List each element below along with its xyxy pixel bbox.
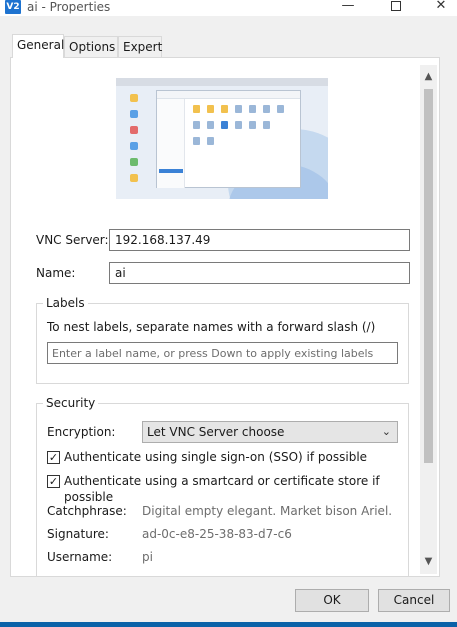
scroll-up-icon[interactable]: ▲ <box>420 68 437 85</box>
preview-folder-icon <box>193 105 200 113</box>
close-button[interactable]: ✕ <box>426 0 456 14</box>
preview-nav-selection <box>159 169 183 173</box>
preview-file-icon <box>263 105 270 113</box>
smartcard-checkbox-label[interactable]: Authenticate using a smartcard or certif… <box>64 473 408 505</box>
name-field[interactable]: ai <box>109 262 410 284</box>
sso-checkbox-label[interactable]: Authenticate using single sign-on (SSO) … <box>64 449 367 465</box>
preview-file-icon <box>235 121 242 129</box>
maximize-button[interactable] <box>381 0 411 14</box>
security-group-title: Security <box>43 396 99 410</box>
encryption-selected-value: Let VNC Server choose <box>147 425 285 439</box>
preview-desktop-icon <box>130 158 138 166</box>
sso-checkbox[interactable]: ✓ <box>47 451 60 464</box>
preview-desktop-icon <box>130 94 138 102</box>
preview-file-icon <box>277 105 284 113</box>
labels-group-title: Labels <box>43 296 88 310</box>
tab-expert[interactable]: Expert <box>118 36 162 58</box>
preview-file-icon <box>249 105 256 113</box>
preview-desktop-icon <box>130 110 138 118</box>
maximize-icon <box>391 1 401 11</box>
preview-desktop-icon <box>130 174 138 182</box>
scroll-down-icon[interactable]: ▼ <box>420 553 437 570</box>
signature-label: Signature: <box>47 527 109 541</box>
scrollbar-thumb[interactable] <box>424 89 433 463</box>
window-title: ai - Properties <box>27 0 111 14</box>
minimize-button[interactable]: — <box>333 0 363 14</box>
catchphrase-label: Catchphrase: <box>47 504 127 518</box>
encryption-select[interactable]: Let VNC Server choose ⌄ <box>142 421 398 443</box>
cancel-button[interactable]: Cancel <box>378 589 450 612</box>
labels-group: Labels To nest labels, separate names wi… <box>36 296 409 384</box>
preview-explorer-ribbon <box>157 91 300 99</box>
preview-file-explorer-window <box>156 90 301 188</box>
chevron-down-icon: ⌄ <box>381 425 391 438</box>
desktop-preview-thumbnail <box>116 78 328 199</box>
tab-general[interactable]: General <box>12 34 64 58</box>
preview-desktop-icon <box>130 126 138 134</box>
security-group: Security Encryption: Let VNC Server choo… <box>36 396 409 576</box>
preview-explorer-nav <box>157 99 185 188</box>
smartcard-checkbox[interactable]: ✓ <box>47 475 60 488</box>
signature-value: ad-0c-e8-25-38-83-d7-c6 <box>142 527 292 541</box>
tab-options[interactable]: Options <box>64 36 118 58</box>
username-label: Username: <box>47 550 113 564</box>
preview-file-icon <box>249 121 256 129</box>
preview-file-icon <box>193 121 200 129</box>
preview-desktop-icon <box>130 142 138 150</box>
preview-file-icon <box>207 137 214 145</box>
preview-file-icon <box>221 121 228 129</box>
labels-hint: To nest labels, separate names with a fo… <box>47 320 376 334</box>
taskbar-accent-strip <box>0 622 457 627</box>
preview-folder-icon <box>207 105 214 113</box>
title-bar: V2 ai - Properties — ✕ <box>0 0 457 16</box>
preview-file-icon <box>207 121 214 129</box>
ok-button[interactable]: OK <box>295 589 369 612</box>
vnc-server-label: VNC Server: <box>36 233 109 247</box>
encryption-label: Encryption: <box>47 425 116 439</box>
preview-taskbar <box>116 78 328 86</box>
preview-file-icon <box>235 105 242 113</box>
name-label: Name: <box>36 266 76 280</box>
preview-file-icon <box>193 137 200 145</box>
vnc-viewer-app-icon: V2 <box>5 0 21 14</box>
label-name-input[interactable] <box>47 342 398 364</box>
preview-folder-icon <box>221 105 228 113</box>
username-value: pi <box>142 550 153 564</box>
general-tab-panel: VNC Server: 192.168.137.49 Name: ai Labe… <box>10 57 440 577</box>
panel-scrollbar[interactable]: ▲ ▼ <box>420 65 437 574</box>
catchphrase-value: Digital empty elegant. Market bison Arie… <box>142 504 393 518</box>
preview-file-icon <box>263 121 270 129</box>
vnc-server-field[interactable]: 192.168.137.49 <box>109 229 410 251</box>
